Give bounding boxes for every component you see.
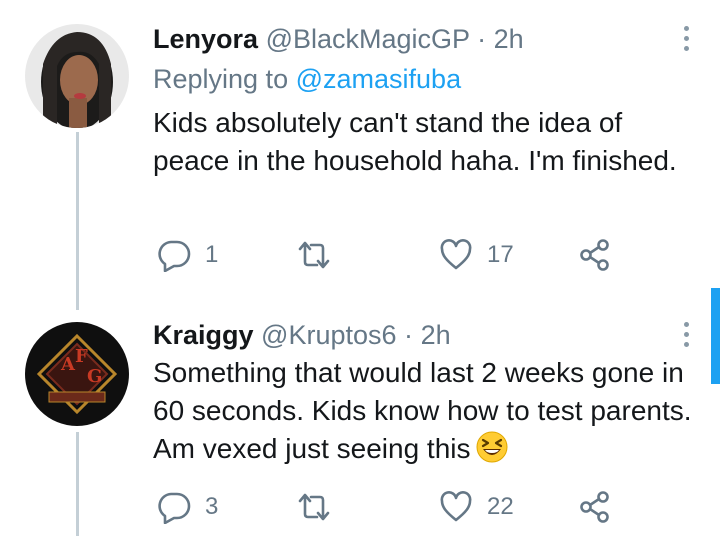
thread-line-top: [76, 132, 79, 310]
avatar-photo: [25, 24, 129, 128]
separator-dot: ·: [477, 24, 487, 54]
reply-icon: [158, 492, 191, 524]
reply-count: 3: [205, 493, 219, 520]
scroll-indicator[interactable]: [711, 288, 720, 384]
like-count: 22: [487, 493, 514, 520]
tweet-text: Something that would last 2 weeks gone i…: [153, 354, 698, 468]
share-button[interactable]: [578, 238, 612, 272]
more-options-icon[interactable]: [682, 322, 690, 347]
reply-icon: [158, 240, 191, 272]
tweet-text: Kids absolutely can't stand the idea of …: [153, 107, 677, 176]
svg-text:A: A: [60, 354, 76, 375]
display-name[interactable]: Lenyora: [153, 24, 258, 54]
replying-to: Replying to @zamasifuba: [153, 62, 461, 96]
action-bar: 1 17: [0, 238, 720, 278]
heart-icon: [440, 491, 472, 522]
retweet-icon: [298, 493, 330, 521]
user-handle[interactable]: @Kruptos6: [261, 320, 396, 350]
like-button[interactable]: 17: [439, 238, 514, 272]
svg-text:G: G: [87, 366, 102, 387]
avatar-logo: A F G: [25, 322, 129, 426]
tweet-header: Kraiggy @Kruptos6 · 2h: [153, 318, 451, 352]
like-button[interactable]: 22: [439, 490, 514, 524]
timestamp[interactable]: 2h: [421, 320, 451, 350]
reply-count: 1: [205, 241, 219, 268]
svg-text:F: F: [75, 346, 88, 367]
avatar[interactable]: [25, 24, 129, 128]
retweet-button[interactable]: [297, 238, 345, 272]
share-icon: [580, 491, 609, 523]
replying-to-mention[interactable]: @zamasifuba: [296, 64, 461, 94]
replying-to-label: Replying to: [153, 64, 289, 94]
tweet-text-content: Something that would last 2 weeks gone i…: [153, 357, 692, 464]
tweet-header: Lenyora @BlackMagicGP · 2h: [153, 22, 524, 56]
share-button[interactable]: [578, 490, 612, 524]
display-name[interactable]: Kraiggy: [153, 320, 254, 350]
action-bar: 3 22: [0, 490, 720, 530]
share-icon: [580, 239, 609, 271]
reply-button[interactable]: 3: [157, 490, 218, 524]
retweet-button[interactable]: [297, 490, 345, 524]
timestamp[interactable]: 2h: [494, 24, 524, 54]
like-count: 17: [487, 241, 514, 268]
reply-button[interactable]: 1: [157, 238, 218, 272]
user-handle[interactable]: @BlackMagicGP: [266, 24, 470, 54]
grinning-squinting-face-icon: [476, 431, 507, 463]
more-options-icon[interactable]: [682, 26, 690, 51]
retweet-icon: [298, 241, 330, 269]
separator-dot: ·: [404, 320, 414, 350]
heart-icon: [440, 239, 472, 270]
avatar[interactable]: A F G: [25, 322, 129, 426]
